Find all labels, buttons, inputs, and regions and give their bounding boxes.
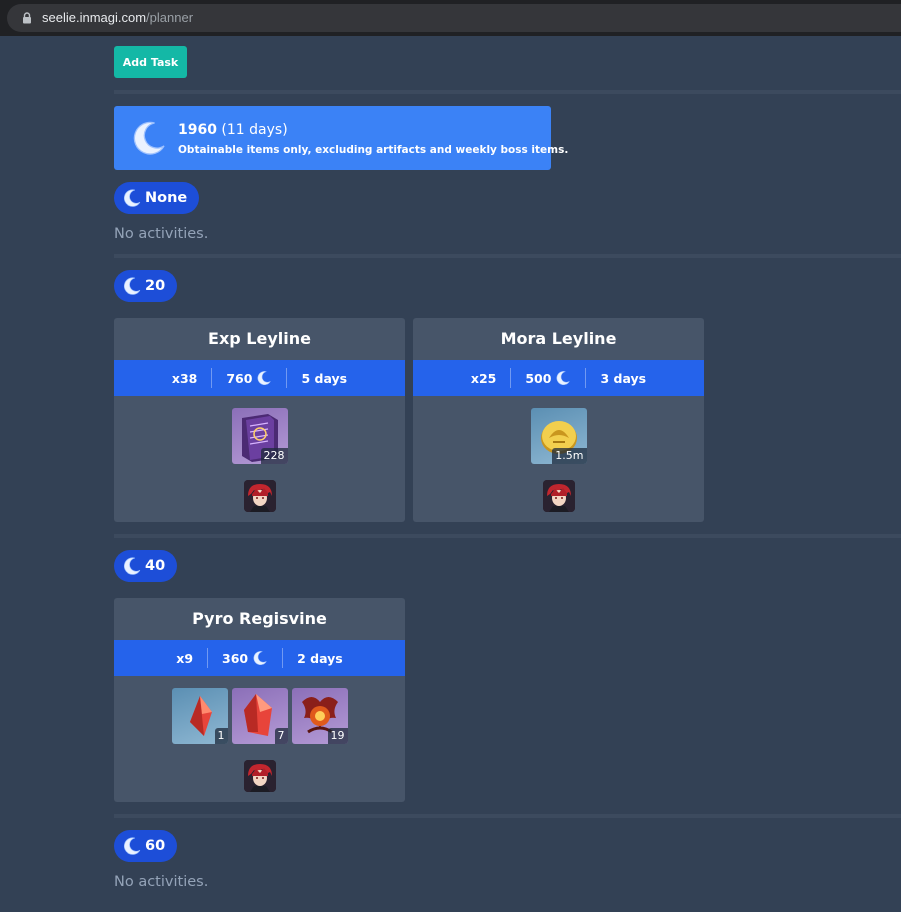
add-task-button[interactable]: Add Task [114,46,187,78]
task-card-title: Pyro Regisvine [192,609,327,628]
reward-item[interactable]: 7 [231,688,288,744]
task-card-title: Exp Leyline [208,329,311,348]
run-count: x9 [176,650,194,666]
section-divider [114,534,901,538]
url-domain: seelie.inmagi.com [42,10,147,25]
resin-moon-icon [122,556,142,576]
item-quantity: 1 [214,728,228,744]
resin-moon-icon [252,650,268,666]
resin-group-40: 40 [114,550,177,582]
duration: 2 days [297,650,343,666]
no-activities-text: No activities. [114,226,209,242]
address-bar[interactable]: seelie.inmagi.com/planner [7,4,901,32]
resin-cost: 360 [208,648,282,668]
duration: 5 days [301,370,348,386]
resin-group-label: None [145,190,188,206]
resin-cost: 500 [511,368,585,388]
task-card-exp-leyline[interactable]: Exp Leyline x38 760 5 days 228 [114,318,405,522]
summary-note: Obtainable items only, excluding artifac… [178,144,569,156]
item-quantity: 7 [274,728,288,744]
character-avatar[interactable] [244,760,276,792]
duration: 3 days [600,370,647,386]
no-activities-text: No activities. [114,874,209,890]
reward-items: 228 [114,408,405,464]
resin-group-label: 40 [145,558,166,574]
task-card-stats: x38 760 5 days [114,360,405,396]
resin-moon-icon [122,188,142,208]
lock-icon [23,12,31,24]
resin-moon-icon [555,370,571,386]
reward-item[interactable]: 19 [291,688,348,744]
summary-total: 1960 (11 days) [178,122,288,138]
reward-items: 1.5m [413,408,704,464]
reward-items: 1 7 19 [114,688,405,744]
item-quantity: 1.5m [552,448,587,464]
resin-group-label: 20 [145,278,166,294]
resin-moon-icon [122,276,142,296]
character-avatar[interactable] [543,480,575,512]
character-avatar[interactable] [244,480,276,512]
task-card-stats: x9 360 2 days [114,640,405,676]
resin-group-label: 60 [145,838,166,854]
section-divider [114,254,901,258]
summary-total-value: 1960 [178,122,217,138]
section-divider [114,814,901,818]
item-quantity: 228 [260,448,288,464]
resin-cost-value: 760 [226,370,253,386]
resin-group-20: 20 [114,270,177,302]
browser-toolbar: seelie.inmagi.com/planner [0,0,901,36]
reward-item[interactable]: 1 [171,688,228,744]
resin-group-none: None [114,182,199,214]
item-quantity: 19 [327,728,348,744]
character-portrait-icon [543,480,575,512]
run-count: x38 [171,370,198,386]
character-portrait-icon [244,480,276,512]
run-count: x25 [470,370,497,386]
reward-item[interactable]: 228 [231,408,288,464]
task-card-pyro-regisvine[interactable]: Pyro Regisvine x9 360 2 days 1 7 19 [114,598,405,802]
reward-item[interactable]: 1.5m [530,408,587,464]
section-divider [114,90,901,94]
summary-days: (11 days) [221,122,288,138]
resin-cost: 760 [212,368,286,388]
resin-summary-banner: 1960 (11 days) Obtainable items only, ex… [114,106,568,170]
address-url: seelie.inmagi.com/planner [42,10,193,25]
task-card-title: Mora Leyline [500,329,617,348]
resin-cost-value: 500 [525,370,552,386]
resin-moon-icon [130,119,168,157]
url-path: /planner [146,10,194,25]
resin-moon-icon [122,836,142,856]
resin-group-60: 60 [114,830,177,862]
resin-moon-icon [256,370,272,386]
task-card-stats: x25 500 3 days [413,360,704,396]
character-portrait-icon [244,760,276,792]
resin-cost-value: 360 [222,650,249,666]
task-card-mora-leyline[interactable]: Mora Leyline x25 500 3 days 1.5m [413,318,704,522]
